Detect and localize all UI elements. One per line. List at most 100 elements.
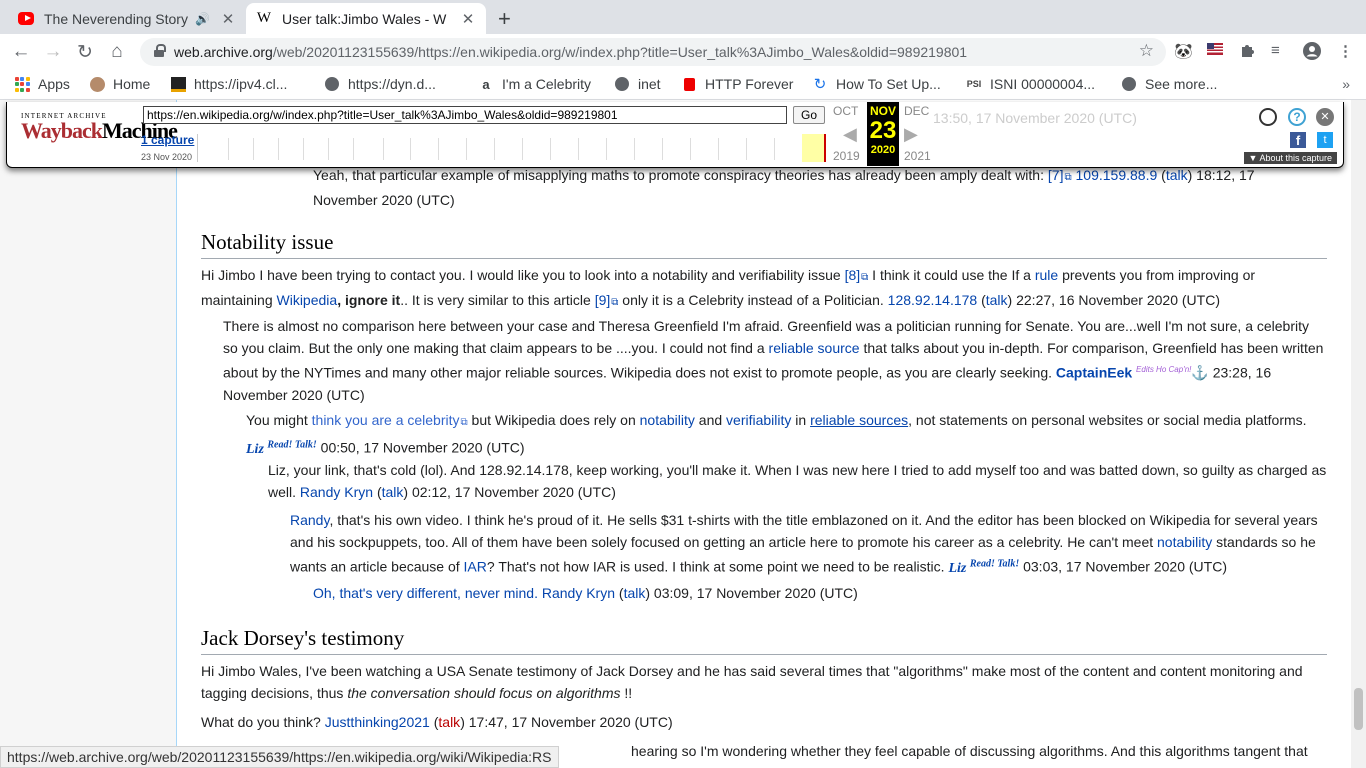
bookmark-label: See more... [1145, 76, 1218, 92]
bookmark-apps[interactable]: Apps [14, 76, 70, 92]
menu-kebab-icon[interactable]: ⋮ [1338, 42, 1353, 60]
heading-notability-issue: Notability issue [201, 228, 1327, 259]
reload-icon[interactable]: ↻ [74, 41, 96, 64]
bookmark-star-icon[interactable]: ☆ [1139, 41, 1154, 61]
speaker-icon[interactable]: 🔊 [195, 12, 210, 26]
notability-link[interactable]: notability [1157, 534, 1212, 550]
user-link[interactable]: Randy Kryn [300, 484, 373, 500]
bookmark-home[interactable]: Home [89, 76, 150, 92]
address-url[interactable]: web.archive.org/web/20201123155639/https… [174, 44, 967, 60]
ref-link[interactable]: [7] [1048, 167, 1072, 183]
signature-sup[interactable]: Edits Ho Cap'n! [1136, 365, 1191, 374]
ghost-text: 13:50, 17 November 2020 (UTC) [933, 110, 1137, 126]
lock-red-icon [681, 76, 697, 92]
twitter-icon[interactable]: t [1317, 132, 1333, 148]
user-link[interactable]: 109.159.88.9 [1076, 167, 1158, 183]
tab-title: User talk:Jimbo Wales - W [282, 10, 447, 27]
talk-link[interactable]: talk [438, 714, 460, 730]
bookmark-see-more[interactable]: See more... [1121, 76, 1217, 92]
youtube-icon [18, 11, 34, 27]
prev-year[interactable]: 2019 [833, 149, 860, 163]
user-link[interactable]: CaptainEek [1056, 365, 1132, 381]
notability-link[interactable]: notability [640, 412, 695, 428]
globe-icon [614, 76, 630, 92]
profile-avatar-icon[interactable] [1303, 42, 1321, 64]
next-year[interactable]: 2021 [904, 149, 931, 163]
bookmarks-bar: Apps Home https://ipv4.cl... https://dyn… [0, 70, 1366, 100]
bookmark-label: How To Set Up... [836, 76, 941, 92]
wayback-toolbar: INTERNET ARCHIVE WaybackMachine https://… [6, 102, 1344, 168]
status-bar-url: https://web.archive.org/web/202011231556… [0, 746, 559, 768]
bookmark-isni[interactable]: PSI ISNI 00000004... [966, 76, 1095, 92]
celebrity-link[interactable]: think you are a celebrity [312, 412, 468, 428]
back-icon[interactable]: ← [10, 41, 32, 63]
current-capture: NOV 23 2020 [867, 102, 899, 166]
about-capture-link[interactable]: ▼ About this capture [1243, 152, 1337, 164]
facebook-icon[interactable]: f [1290, 132, 1306, 148]
home-icon[interactable]: ⌂ [106, 41, 128, 63]
capture-sparkline[interactable] [197, 134, 826, 162]
close-icon[interactable]: ✕ [460, 10, 476, 28]
wikipedia-link[interactable]: Wikipedia [277, 292, 338, 308]
avatar-icon [89, 76, 105, 92]
ref-link[interactable]: [8] [845, 267, 869, 283]
bookmark-how-to[interactable]: ↻ How To Set Up... [812, 76, 941, 93]
browser-toolbar: ← → ↻ ⌂ web.archive.org/web/202011231556… [0, 34, 1366, 70]
ref-link[interactable]: [9] [595, 292, 619, 308]
verifiability-link[interactable]: verifiability [726, 412, 791, 428]
talk-link[interactable]: talk [1166, 167, 1188, 183]
iar-link[interactable]: IAR [464, 559, 487, 575]
go-button[interactable]: Go [793, 106, 825, 124]
address-bar[interactable]: web.archive.org/web/20201123155639/https… [140, 38, 1166, 66]
reliable-source-link[interactable]: reliable source [769, 340, 860, 356]
user-link[interactable]: Randy [290, 512, 329, 528]
talk-link[interactable]: talk [624, 585, 646, 601]
reply-randy-2: Oh, that's very different, never mind. R… [313, 585, 858, 601]
user-link[interactable]: 128.92.14.178 [888, 292, 978, 308]
reply-captaineek: There is almost no comparison here betwe… [223, 318, 1324, 403]
extensions-puzzle-icon[interactable] [1240, 42, 1256, 62]
heading-jack-dorsey: Jack Dorsey's testimony [201, 624, 1327, 655]
comment-ip-128: Hi Jimbo I have been trying to contact y… [201, 264, 1323, 314]
panda-extension-icon[interactable]: 🐼 [1174, 42, 1193, 60]
talk-link[interactable]: talk [986, 292, 1008, 308]
page-viewport: Yeah, that particular example of misappl… [0, 100, 1366, 768]
rule-link[interactable]: rule [1035, 267, 1058, 283]
reply-randy-1: Liz, your link, that's cold (lol). And 1… [268, 462, 1327, 500]
user-link[interactable]: Liz Read! Talk! [948, 558, 1019, 576]
user-link[interactable]: Liz Read! Talk! [246, 439, 317, 457]
close-icon[interactable]: ✕ [1316, 108, 1334, 126]
user-link[interactable]: Justthinking2021 [325, 714, 430, 730]
bookmark-dyn[interactable]: https://dyn.d... [324, 76, 436, 92]
chevron-right-icon[interactable]: » [1342, 76, 1350, 92]
isni-icon: PSI [966, 79, 982, 89]
bookmark-inet[interactable]: inet [614, 76, 661, 92]
bookmark-http-forever[interactable]: HTTP Forever [681, 76, 793, 92]
captures-link[interactable]: 1 capture [141, 133, 194, 147]
next-month[interactable]: DEC [904, 104, 929, 118]
scrollbar-thumb[interactable] [1354, 688, 1363, 730]
amazon-icon: a [482, 76, 490, 92]
wayback-url-input[interactable]: https://en.wikipedia.org/w/index.php?tit… [143, 106, 787, 124]
tab-title: The Neverending Story [44, 10, 188, 27]
anchor-icon[interactable]: ⚓ [1191, 365, 1208, 381]
prev-arrow-icon[interactable]: ◀ [843, 124, 857, 145]
wayback-logo[interactable]: INTERNET ARCHIVE WaybackMachine [21, 112, 178, 142]
talk-link[interactable]: talk [382, 484, 404, 500]
user-link[interactable]: Oh, that's very different, never mind. R… [313, 585, 615, 601]
reliable-sources-link[interactable]: reliable sources [810, 412, 908, 428]
new-tab-button[interactable]: + [498, 6, 511, 32]
bookmark-celebrity[interactable]: a I'm a Celebrity [478, 76, 591, 92]
reading-list-icon[interactable]: ≡ [1271, 42, 1280, 59]
next-arrow-icon[interactable]: ▶ [904, 124, 918, 145]
tab-user-talk[interactable]: W User talk:Jimbo Wales - W ✕ [246, 3, 486, 34]
close-icon[interactable]: ✕ [220, 10, 236, 28]
forward-icon[interactable]: → [42, 41, 64, 63]
bookmark-ipv4[interactable]: https://ipv4.cl... [170, 76, 287, 92]
tab-neverending-story[interactable]: The Neverending Story 🔊 ✕ [8, 3, 246, 34]
help-icon[interactable]: ? [1288, 108, 1306, 126]
flag-extension-icon[interactable] [1207, 42, 1223, 59]
user-account-icon[interactable] [1259, 108, 1277, 126]
prev-month[interactable]: OCT [833, 104, 858, 118]
scrollbar[interactable] [1351, 100, 1366, 768]
